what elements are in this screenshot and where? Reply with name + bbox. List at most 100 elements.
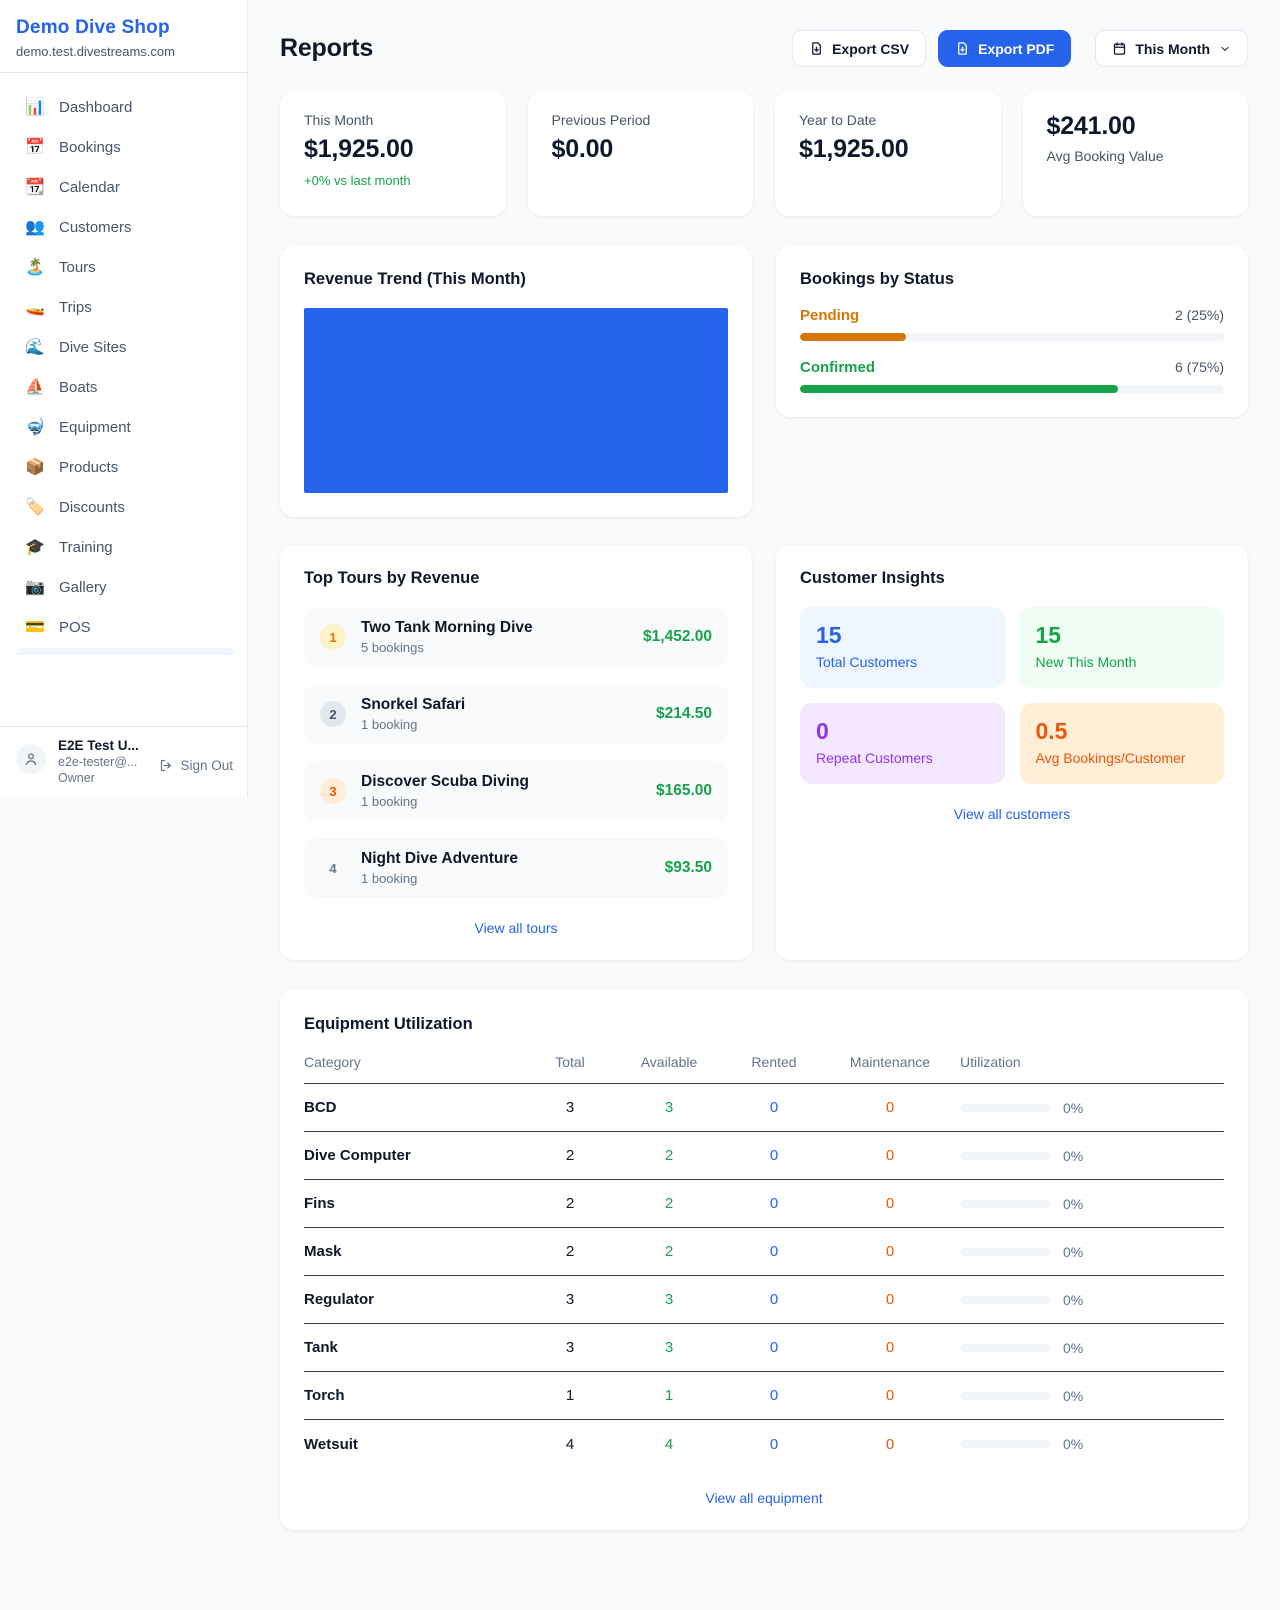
top-tours-card: Top Tours by Revenue 1 Two Tank Morning … <box>280 545 752 960</box>
view-all-tours-link[interactable]: View all tours <box>304 920 728 936</box>
cell-available: 1 <box>614 1387 724 1404</box>
sidebar-item[interactable]: 📅 Bookings <box>16 127 235 167</box>
table-row: Fins 2 2 0 0 0% <box>304 1180 1224 1228</box>
cell-available: 4 <box>614 1436 724 1453</box>
nav-item-label: Customers <box>59 219 132 236</box>
sidebar-item[interactable]: 👥 Customers <box>16 207 235 247</box>
bookings-by-status-title: Bookings by Status <box>800 270 1224 289</box>
cell-total: 2 <box>526 1147 614 1164</box>
insight-value: 15 <box>816 622 989 649</box>
cell-category: Wetsuit <box>304 1436 526 1453</box>
cell-category: BCD <box>304 1099 526 1116</box>
stat-label: Year to Date <box>799 112 977 128</box>
cell-rented: 0 <box>724 1387 824 1404</box>
sidebar-item[interactable]: 🏝️ Tours <box>16 247 235 287</box>
utilization-bar-track <box>960 1104 1050 1112</box>
cell-available: 2 <box>614 1243 724 1260</box>
tour-row: 1 Two Tank Morning Dive 5 bookings $1,45… <box>304 607 728 667</box>
rank-badge: 2 <box>320 701 346 727</box>
nav-item-label: Gallery <box>59 579 107 596</box>
equipment-table: Category Total Available Rented Maintena… <box>304 1040 1224 1468</box>
revenue-trend-card: Revenue Trend (This Month) <box>280 246 752 517</box>
stat-label: This Month <box>304 112 482 128</box>
nav-item-icon: 🤿 <box>24 417 46 437</box>
sidebar-item[interactable]: 🚤 Trips <box>16 287 235 327</box>
insights-row: Top Tours by Revenue 1 Two Tank Morning … <box>280 545 1248 960</box>
tour-amount: $1,452.00 <box>643 628 712 646</box>
equipment-title: Equipment Utilization <box>304 1015 1224 1034</box>
sidebar-item[interactable]: 📦 Products <box>16 447 235 487</box>
user-role: Owner <box>58 771 149 785</box>
status-row: Pending 2 (25%) <box>800 307 1224 341</box>
avatar <box>16 744 46 774</box>
cell-rented: 0 <box>724 1339 824 1356</box>
status-row: Confirmed 6 (75%) <box>800 359 1224 393</box>
tour-amount: $165.00 <box>656 782 712 800</box>
rank-badge: 1 <box>320 624 346 650</box>
cell-category: Regulator <box>304 1291 526 1308</box>
cell-rented: 0 <box>724 1436 824 1453</box>
stat-card-avg-booking-value: $241.00 Avg Booking Value <box>1023 91 1249 216</box>
sidebar-item[interactable]: 💳 POS <box>16 607 235 647</box>
cell-maintenance: 0 <box>824 1291 956 1308</box>
revenue-trend-chart <box>304 308 728 493</box>
export-csv-button[interactable]: Export CSV <box>792 30 926 67</box>
nav-item-icon: 👥 <box>24 217 46 237</box>
sidebar-item[interactable]: 🎓 Training <box>16 527 235 567</box>
nav-item-label: Tours <box>59 259 96 276</box>
cell-utilization: 0% <box>1063 1436 1083 1452</box>
cell-total: 3 <box>526 1339 614 1356</box>
status-value: 2 (25%) <box>1175 307 1224 323</box>
user-email: e2e-tester@... <box>58 755 149 769</box>
nav-item-icon: 🚤 <box>24 297 46 317</box>
revenue-trend-title: Revenue Trend (This Month) <box>304 270 728 289</box>
view-all-equipment-link[interactable]: View all equipment <box>304 1490 1224 1506</box>
view-all-customers-link[interactable]: View all customers <box>800 806 1224 822</box>
stat-value: $241.00 <box>1047 112 1225 141</box>
utilization-bar-track <box>960 1200 1050 1208</box>
cell-rented: 0 <box>724 1291 824 1308</box>
nav-item-label: Dive Sites <box>59 339 127 356</box>
nav-item-label: Boats <box>59 379 97 396</box>
cell-category: Torch <box>304 1387 526 1404</box>
insight-label: Repeat Customers <box>816 750 989 766</box>
top-tours-title: Top Tours by Revenue <box>304 569 728 588</box>
table-row: Dive Computer 2 2 0 0 0% <box>304 1132 1224 1180</box>
status-bar-fill <box>800 333 906 341</box>
stat-value: $1,925.00 <box>304 135 482 164</box>
nav-item-icon: 🏝️ <box>24 257 46 277</box>
cell-total: 2 <box>526 1195 614 1212</box>
customer-insights-title: Customer Insights <box>800 569 1224 588</box>
nav-item-icon: 📦 <box>24 457 46 477</box>
insight-tile: 0 Repeat Customers <box>800 703 1005 784</box>
export-pdf-button[interactable]: Export PDF <box>938 30 1071 67</box>
cell-rented: 0 <box>724 1243 824 1260</box>
sidebar-item[interactable]: 📊 Dashboard <box>16 87 235 127</box>
col-header-available: Available <box>614 1054 724 1070</box>
shop-domain: demo.test.divestreams.com <box>16 44 227 59</box>
status-label: Pending <box>800 307 859 324</box>
cell-available: 2 <box>614 1195 724 1212</box>
sidebar-item[interactable]: ⛵ Boats <box>16 367 235 407</box>
rank-badge: 4 <box>320 855 346 881</box>
tour-row: 3 Discover Scuba Diving 1 booking $165.0… <box>304 761 728 821</box>
sign-out-button[interactable]: Sign Out <box>159 758 233 773</box>
sidebar-item[interactable]: 🌊 Dive Sites <box>16 327 235 367</box>
tour-bookings: 1 booking <box>361 717 656 732</box>
customer-insights-card: Customer Insights 15 Total Customers 15 … <box>776 545 1248 960</box>
sidebar-item[interactable]: 📆 Calendar <box>16 167 235 207</box>
sidebar-item[interactable]: 🤿 Equipment <box>16 407 235 447</box>
nav-item-label: Products <box>59 459 118 476</box>
tour-amount: $214.50 <box>656 705 712 723</box>
cell-available: 3 <box>614 1339 724 1356</box>
col-header-rented: Rented <box>724 1054 824 1070</box>
nav-item-label: Training <box>59 539 113 556</box>
user-name: E2E Test U... <box>58 738 149 753</box>
period-dropdown[interactable]: This Month <box>1095 30 1248 67</box>
sidebar-item[interactable]: 🏷️ Discounts <box>16 487 235 527</box>
equipment-utilization-card: Equipment Utilization Category Total Ava… <box>280 989 1248 1530</box>
sidebar-item-reports-partial[interactable] <box>16 648 235 655</box>
sidebar-item[interactable]: 📷 Gallery <box>16 567 235 607</box>
tour-amount: $93.50 <box>665 859 712 877</box>
shop-name: Demo Dive Shop <box>16 17 227 39</box>
